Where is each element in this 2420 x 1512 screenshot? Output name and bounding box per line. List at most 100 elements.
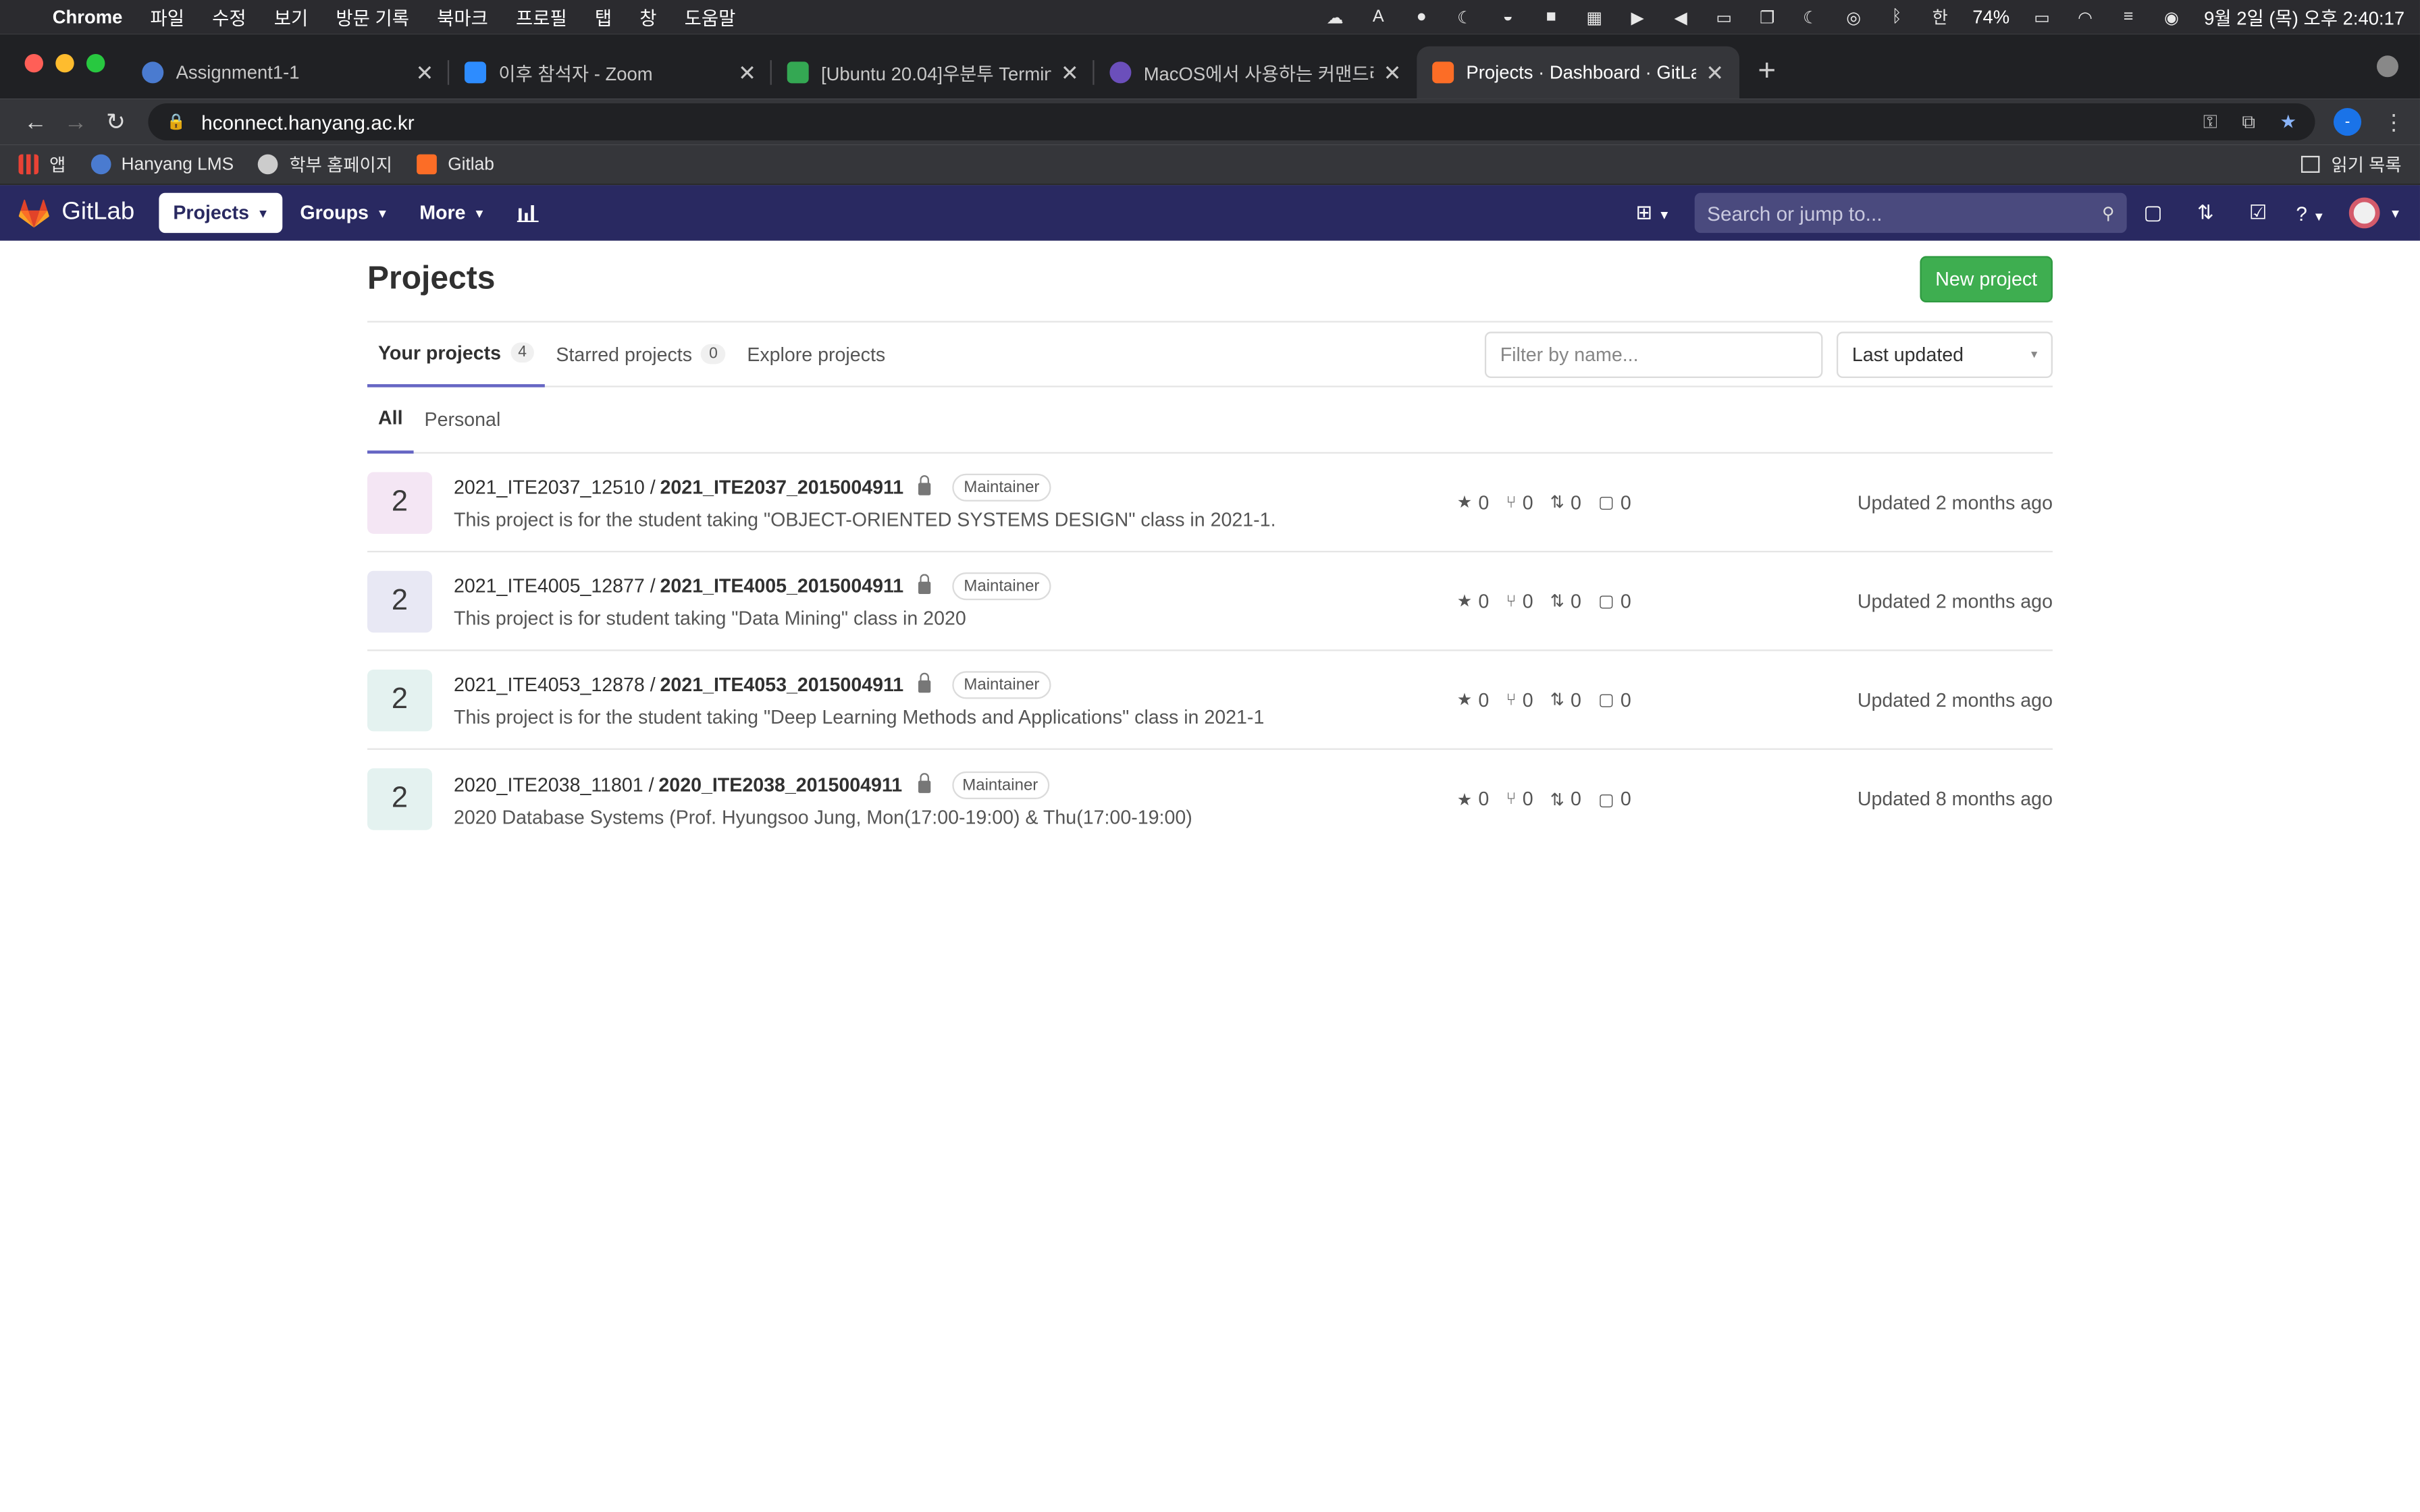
stars-link[interactable]: ★ 0 (1457, 590, 1490, 612)
stars-link[interactable]: ★ 0 (1457, 788, 1490, 810)
project-namespace-link[interactable]: 2021_ITE4005_12877 / (454, 576, 656, 597)
airdrop-icon[interactable]: ◎ (1843, 7, 1864, 27)
help-icon[interactable]: ? ▼ (2284, 201, 2337, 224)
project-avatar[interactable]: 2 (367, 768, 432, 830)
minimize-window-icon[interactable] (55, 53, 74, 73)
battery-icon[interactable]: ▭ (2031, 7, 2053, 27)
siri-icon[interactable]: ◉ (2161, 7, 2182, 27)
bookmark-star-icon[interactable]: ★ (2280, 111, 2297, 133)
merge-request-icon[interactable]: ⇅ (2180, 200, 2232, 225)
gitlab-home-link[interactable]: GitLab (18, 198, 134, 227)
sort-dropdown[interactable]: Last updated ▾ (1836, 331, 2053, 377)
project-avatar[interactable]: 2 (367, 570, 432, 632)
project-namespace-link[interactable]: 2021_ITE2037_12510 / (454, 477, 656, 498)
menu-tab[interactable]: 탭 (595, 4, 612, 30)
chevron-down-icon[interactable]: ▼ (2389, 206, 2401, 220)
cloud-icon[interactable]: ☁ (1324, 7, 1346, 27)
input-source-icon[interactable]: 한 (1929, 7, 1951, 28)
merge-requests-link[interactable]: ⇅ 0 (1550, 689, 1581, 711)
project-name-link[interactable]: 2020_ITE2038_2015004911 (658, 774, 902, 795)
user-avatar[interactable] (2349, 197, 2380, 229)
analytics-chart-icon[interactable] (502, 194, 552, 232)
new-tab-icon[interactable]: + (1758, 54, 1776, 90)
close-tab-icon[interactable]: ✕ (415, 59, 433, 86)
forward-icon[interactable]: → (55, 109, 95, 135)
menu-file[interactable]: 파일 (150, 4, 184, 30)
lock-icon[interactable]: 🔒 (167, 113, 186, 130)
menu-profiles[interactable]: 프로필 (516, 4, 567, 30)
menu-help[interactable]: 도움말 (685, 4, 736, 30)
bluetooth-icon[interactable]: ᛒ (1886, 7, 1908, 26)
project-name-link[interactable]: 2021_ITE2037_2015004911 (660, 477, 904, 498)
play-icon[interactable]: ▶ (1627, 7, 1648, 27)
subtab-all[interactable]: All (367, 387, 414, 453)
stars-link[interactable]: ★ 0 (1457, 689, 1490, 711)
bookmark-apps[interactable]: 앱 (18, 152, 65, 177)
issues-link[interactable]: ▢ 0 (1598, 788, 1631, 810)
search-input[interactable]: Search or jump to... ⚲ (1694, 192, 2127, 234)
menubar-clock[interactable]: 9월 2일 (목) 오후 2:40:17 (2204, 4, 2404, 30)
browser-menu-icon[interactable]: ⋮ (2383, 109, 2404, 135)
tab-your-projects[interactable]: Your projects 4 (367, 322, 546, 387)
menubar-app-name[interactable]: Chrome (53, 6, 123, 28)
window-icon[interactable]: ❐ (1756, 7, 1778, 27)
browser-tab[interactable]: 이후 참석자 - Zoom ✕ (449, 47, 772, 99)
app-status-icon[interactable]: ■ (1540, 7, 1562, 26)
project-name-link[interactable]: 2021_ITE4005_2015004911 (660, 576, 904, 597)
merge-requests-link[interactable]: ⇅ 0 (1550, 788, 1581, 810)
project-name-link[interactable]: 2021_ITE4053_2015004911 (660, 674, 904, 696)
bookmark-homepage[interactable]: 학부 홈페이지 (258, 152, 392, 177)
translate-icon[interactable]: ⧉ (2242, 110, 2255, 133)
url-bar[interactable]: 🔒 hconnect.hanyang.ac.kr ⚿ ⧉ ★ (148, 103, 2315, 140)
tab-search-icon[interactable] (2376, 55, 2398, 78)
menu-view[interactable]: 보기 (274, 4, 308, 30)
volume-icon[interactable]: ◀ (1670, 7, 1691, 27)
menu-bookmarks[interactable]: 북마크 (437, 4, 488, 30)
browser-tab-active[interactable]: Projects · Dashboard · GitLab ✕ (1417, 46, 1739, 99)
merge-requests-link[interactable]: ⇅ 0 (1550, 590, 1581, 612)
profile-avatar-icon[interactable]: - (2333, 107, 2362, 136)
focus-icon[interactable]: ☾ (1799, 7, 1821, 27)
menu-history[interactable]: 방문 기록 (336, 4, 409, 30)
todo-icon[interactable]: ☑ (2232, 200, 2284, 225)
notification-icon[interactable]: ● (1411, 7, 1432, 26)
close-window-icon[interactable] (24, 53, 43, 73)
display-icon[interactable]: ▭ (1713, 7, 1735, 27)
forks-link[interactable]: ⑂ 0 (1506, 788, 1533, 810)
browser-tab[interactable]: [Ubuntu 20.04]우분투 Terminal ✕ (772, 47, 1095, 99)
browser-tab[interactable]: Assignment1-1 ✕ (126, 47, 450, 99)
menu-edit[interactable]: 수정 (212, 4, 246, 30)
control-center-icon[interactable]: ≡ (2118, 7, 2139, 26)
menu-window[interactable]: 창 (639, 4, 656, 30)
filter-by-name-input[interactable]: Filter by name... (1484, 331, 1823, 377)
issues-link[interactable]: ▢ 0 (1598, 590, 1631, 612)
tab-explore-projects[interactable]: Explore projects (736, 322, 896, 387)
grid-icon[interactable]: ▦ (1583, 7, 1605, 27)
tab-starred-projects[interactable]: Starred projects 0 (545, 322, 736, 387)
back-icon[interactable]: ← (16, 109, 55, 135)
nav-groups-dropdown[interactable]: Groups ▼ (286, 193, 402, 233)
close-tab-icon[interactable]: ✕ (1061, 59, 1079, 86)
issues-link[interactable]: ▢ 0 (1598, 689, 1631, 711)
font-icon[interactable]: A (1367, 7, 1389, 26)
reload-icon[interactable]: ↻ (96, 108, 136, 136)
forks-link[interactable]: ⑂ 0 (1506, 689, 1533, 711)
close-tab-icon[interactable]: ✕ (738, 59, 756, 86)
nav-more-dropdown[interactable]: More ▼ (406, 193, 500, 233)
subtab-personal[interactable]: Personal (414, 387, 512, 453)
project-avatar[interactable]: 2 (367, 668, 432, 731)
maximize-window-icon[interactable] (86, 53, 105, 73)
close-tab-icon[interactable]: ✕ (1384, 59, 1402, 86)
merge-requests-link[interactable]: ⇅ 0 (1550, 491, 1581, 513)
bookmark-gitlab[interactable]: Gitlab (417, 154, 494, 175)
new-item-plus-icon[interactable]: ⊞ ▼ (1627, 200, 1679, 225)
project-namespace-link[interactable]: 2021_ITE4053_12878 / (454, 674, 656, 696)
project-namespace-link[interactable]: 2020_ITE2038_11801 / (454, 774, 654, 795)
wifi-icon[interactable]: ◠ (2074, 7, 2096, 27)
moon-icon[interactable]: ☾ (1454, 7, 1475, 27)
reading-list[interactable]: 읽기 목록 (2302, 152, 2402, 177)
bookmark-hanyang-lms[interactable]: Hanyang LMS (90, 154, 234, 175)
issues-icon[interactable]: ▢ (2127, 200, 2180, 225)
forks-link[interactable]: ⑂ 0 (1506, 590, 1533, 612)
close-tab-icon[interactable]: ✕ (1706, 59, 1724, 86)
